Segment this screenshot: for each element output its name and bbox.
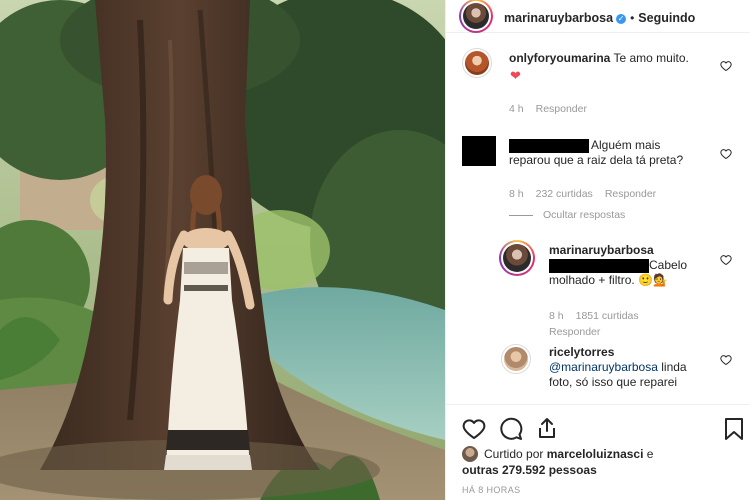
reply-item: ricelytorres @marinaruybarbosa linda fot… — [499, 342, 749, 402]
hide-replies-toggle[interactable]: Ocultar respostas — [509, 209, 637, 221]
comment-bubble-icon[interactable] — [499, 417, 523, 441]
reply-link[interactable]: Responder — [536, 103, 587, 115]
reply-avatar[interactable] — [501, 344, 531, 374]
comment-time[interactable]: 8 h — [509, 188, 524, 200]
redacted-avatar — [462, 136, 496, 166]
comment-text-line1: Alguém mais — [591, 138, 661, 152]
reply-text-line1: linda — [657, 360, 687, 374]
comments-panel: marinaruybarbosa ✓ • Seguindo onlyforyoumar… — [445, 0, 750, 500]
reply-time[interactable]: 8 h — [549, 310, 564, 322]
comment-like-icon[interactable] — [720, 148, 732, 160]
hide-replies-line — [509, 214, 533, 216]
reply-link[interactable]: Responder — [549, 326, 600, 338]
comment-likes-count[interactable]: 232 curtidas — [536, 188, 593, 200]
comment-text: Te amo muito. — [613, 51, 689, 65]
reply-text-line2: molhado + filtro. — [549, 273, 635, 287]
liked-by-user[interactable]: marceloluiznasci — [547, 447, 644, 461]
separator-dot: • — [630, 11, 635, 25]
author-username[interactable]: marinaruybarbosa — [504, 11, 613, 25]
reply-item: marinaruybarbosa Cabelo molhado + filtro… — [499, 237, 749, 342]
hide-replies-label[interactable]: Ocultar respostas — [543, 209, 625, 221]
reply-like-icon[interactable] — [720, 354, 732, 366]
post-timestamp[interactable]: HÁ 8 HORAS — [462, 485, 521, 495]
heart-outline-icon[interactable] — [462, 417, 486, 441]
following-button[interactable]: Seguindo — [638, 11, 695, 25]
likes-summary: Curtido por marceloluiznasci e outras 27… — [462, 446, 747, 478]
post-actions-bar — [446, 404, 750, 449]
liked-by-suffix: e — [646, 447, 654, 461]
comment-time[interactable]: 4 h — [509, 103, 524, 115]
commenter-username[interactable]: onlyforyoumarina — [509, 51, 610, 65]
liked-by-prefix: Curtido por — [484, 447, 544, 461]
reply-text-line1: Cabelo — [649, 258, 688, 272]
verified-badge-icon: ✓ — [616, 14, 627, 24]
redacted-mention — [549, 258, 649, 273]
comments-list[interactable]: onlyforyoumarina Te amo muito. ❤ 4 h Resp… — [446, 34, 750, 402]
post-header: marinaruybarbosa ✓ • Seguindo — [446, 0, 750, 33]
reply-mention[interactable]: @marinaruybarbosa — [549, 360, 658, 374]
likes-count[interactable]: outras 279.592 pessoas — [462, 463, 597, 477]
reply-text-line2: foto, só isso que reparei — [549, 375, 678, 389]
comment-item: onlyforyoumarina Te amo muito. ❤ 4 h Resp… — [462, 48, 747, 138]
reply-username[interactable]: ricelytorres — [549, 345, 614, 359]
red-heart-emoji: ❤ — [510, 68, 521, 83]
redacted-username — [509, 138, 589, 153]
reply-emoji: 🙂💁 — [638, 273, 668, 287]
reply-avatar[interactable] — [499, 240, 535, 276]
comment-item: Alguém mais reparou que a raiz dela tá p… — [462, 136, 747, 231]
reply-username[interactable]: marinaruybarbosa — [549, 243, 654, 257]
commenter-avatar[interactable] — [462, 48, 492, 78]
author-avatar[interactable] — [459, 0, 493, 33]
share-icon[interactable] — [535, 416, 559, 440]
liker-avatar[interactable] — [462, 446, 478, 462]
instagram-post: marinaruybarbosa ✓ • Seguindo onlyforyoumar… — [0, 0, 750, 500]
comment-like-icon[interactable] — [720, 60, 732, 72]
bookmark-icon[interactable] — [723, 417, 745, 441]
reply-likes-count[interactable]: 1851 curtidas — [576, 310, 639, 322]
post-photo[interactable] — [0, 0, 445, 500]
reply-link[interactable]: Responder — [605, 188, 656, 200]
reply-like-icon[interactable] — [720, 254, 732, 266]
comment-text-line2: reparou que a raiz dela tá preta? — [509, 153, 684, 167]
